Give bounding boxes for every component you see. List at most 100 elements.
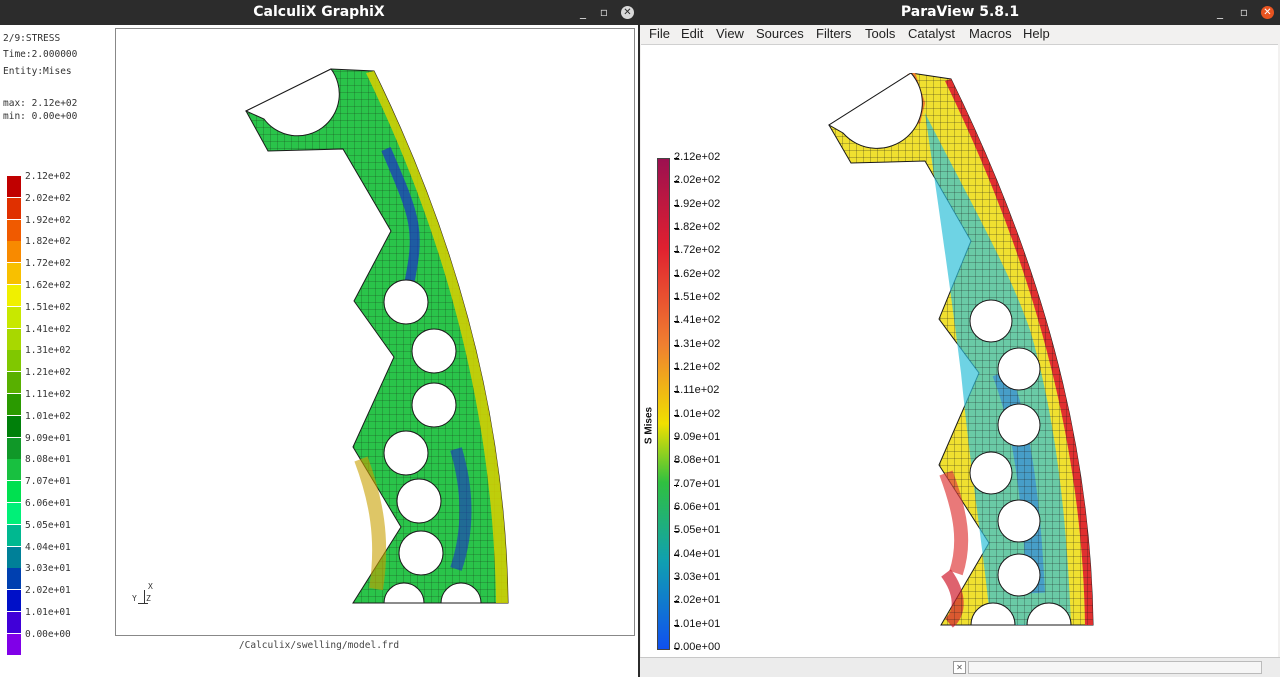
paraview-colorbar [657, 158, 670, 650]
calculix-viewport[interactable]: X Y Z [115, 28, 635, 636]
paraview-window: ParaView 5.8.1 _ ▫ ✕ File Edit View Sour… [640, 0, 1280, 677]
legend-swatch [7, 219, 21, 241]
menu-file[interactable]: File [649, 25, 670, 43]
legend-label: 1.51e+02 [25, 301, 71, 313]
colorbar-label: 6.06e+01 [674, 501, 721, 513]
calculix-model-render [244, 68, 509, 604]
paraview-titlebar[interactable]: ParaView 5.8.1 _ ▫ ✕ [640, 0, 1280, 25]
paraview-render-view[interactable]: 2.12e+02 2.02e+02 1.92e+02 1.82e+02 1.72e+02… [641, 44, 1278, 657]
menu-bar: File Edit View Sources Filters Tools Cat… [640, 25, 1280, 43]
legend-swatch [7, 612, 21, 633]
legend-label: 1.11e+02 [25, 389, 71, 400]
paraview-title: ParaView 5.8.1 [900, 4, 1020, 20]
legend-label: 1.21e+02 [25, 367, 71, 379]
legend-label: 1.01e+02 [25, 410, 71, 422]
menu-view[interactable]: View [716, 25, 744, 43]
legend-label: 0.00e+00 [25, 628, 71, 640]
legend-swatch [7, 459, 21, 481]
legend-label: 3.03e+01 [25, 563, 71, 575]
legend-label: 1.01e+01 [25, 607, 71, 618]
legend-label: 7.07e+01 [25, 476, 71, 488]
colorbar-label: 5.05e+01 [674, 524, 721, 537]
legend-swatch [7, 524, 21, 546]
legend-swatch [7, 481, 21, 503]
calculix-title: CalculiX GraphiX [253, 4, 385, 20]
menu-edit[interactable]: Edit [681, 25, 703, 43]
colorbar-label: 1.62e+02 [674, 267, 721, 280]
menu-sources[interactable]: Sources [756, 25, 804, 43]
colorbar-label: 2.12e+02 [674, 151, 721, 163]
legend-swatch [7, 263, 21, 285]
menu-macros[interactable]: Macros [969, 25, 1012, 43]
minimize-button[interactable]: _ [573, 0, 593, 25]
legend-label: 2.12e+02 [25, 171, 71, 182]
legend-swatch [7, 197, 21, 219]
colorbar-label: 1.01e+01 [674, 617, 721, 630]
paraview-model-render [828, 73, 1094, 628]
legend-label: 5.05e+01 [25, 519, 71, 531]
colorbar-label: 2.02e+02 [674, 174, 721, 187]
legend-label: 8.08e+01 [25, 454, 71, 466]
legend-swatch [7, 546, 21, 568]
step-label: 2/9:STRESS [3, 33, 61, 44]
legend-label: 1.72e+02 [25, 258, 71, 270]
legend-label: 9.09e+01 [25, 432, 71, 444]
legend-label: 1.82e+02 [25, 236, 71, 248]
colorbar-label: 1.41e+02 [674, 314, 721, 327]
close-button[interactable]: ✕ [621, 6, 634, 19]
menu-catalyst[interactable]: Catalyst [908, 25, 955, 43]
colorbar-label: 1.01e+02 [674, 407, 721, 420]
max-label: max: 2.12e+02 [3, 98, 78, 109]
axis-z-label: Z [146, 594, 151, 603]
progress-bar [968, 661, 1262, 674]
axis-x-label: X [148, 582, 153, 591]
legend-swatch [7, 306, 21, 328]
colorbar-label: 3.03e+01 [674, 571, 721, 583]
colorbar-label: 1.92e+02 [674, 197, 721, 210]
legend-swatch [7, 328, 21, 350]
maximize-button[interactable]: ▫ [1234, 0, 1254, 25]
legend-swatch [7, 241, 21, 263]
legend-label: 1.92e+02 [25, 214, 71, 226]
colorbar-label: 1.82e+02 [674, 221, 721, 233]
maximize-button[interactable]: ▫ [594, 0, 614, 25]
close-button[interactable]: ✕ [1261, 6, 1274, 19]
paraview-legend-title: S Mises [643, 406, 655, 445]
legend-swatch [7, 590, 21, 612]
legend-swatch [7, 285, 21, 306]
menu-help[interactable]: Help [1023, 25, 1050, 43]
progress-stop-icon[interactable]: ✕ [953, 661, 966, 674]
colorbar-label: 8.08e+01 [674, 454, 721, 467]
minimize-button[interactable]: _ [1210, 0, 1230, 25]
legend-label: 6.06e+01 [25, 498, 71, 509]
menu-filters[interactable]: Filters [816, 25, 851, 43]
file-path: /Calculix/swelling/model.frd [238, 640, 400, 651]
legend-swatch [7, 350, 21, 372]
legend-label: 1.62e+02 [25, 280, 71, 291]
legend-swatch [7, 503, 21, 524]
entity-label: Entity:Mises [3, 66, 72, 77]
colorbar-label: 1.21e+02 [674, 361, 721, 373]
colorbar-label: 2.02e+01 [674, 594, 721, 607]
colorbar-label: 1.31e+02 [674, 337, 721, 350]
colorbar-label: 1.51e+02 [674, 291, 721, 303]
colorbar-label: 7.07e+01 [674, 477, 721, 490]
time-label: Time:2.000000 [3, 49, 78, 60]
legend-label: 1.31e+02 [25, 345, 71, 357]
colorbar-label: 4.04e+01 [674, 547, 721, 560]
status-bar: ✕ [640, 657, 1280, 677]
calculix-titlebar[interactable]: CalculiX GraphiX _ ▫ ✕ [0, 0, 638, 25]
axis-y-label: Y [132, 594, 137, 603]
legend-swatch [7, 568, 21, 590]
colorbar-label: 9.09e+01 [674, 431, 721, 443]
legend-swatch [7, 176, 21, 197]
menu-tools[interactable]: Tools [865, 25, 895, 43]
colorbar-label: 0.00e+00 [674, 641, 721, 653]
min-label: min: 0.00e+00 [3, 111, 78, 122]
calculix-window: CalculiX GraphiX _ ▫ ✕ 2/9:STRESS Time:2… [0, 0, 638, 677]
legend-swatch [7, 394, 21, 415]
legend-label: 2.02e+01 [25, 585, 71, 597]
colorbar-label: 1.72e+02 [674, 244, 721, 257]
legend-label: 2.02e+02 [25, 192, 71, 204]
legend-swatch [7, 372, 21, 394]
